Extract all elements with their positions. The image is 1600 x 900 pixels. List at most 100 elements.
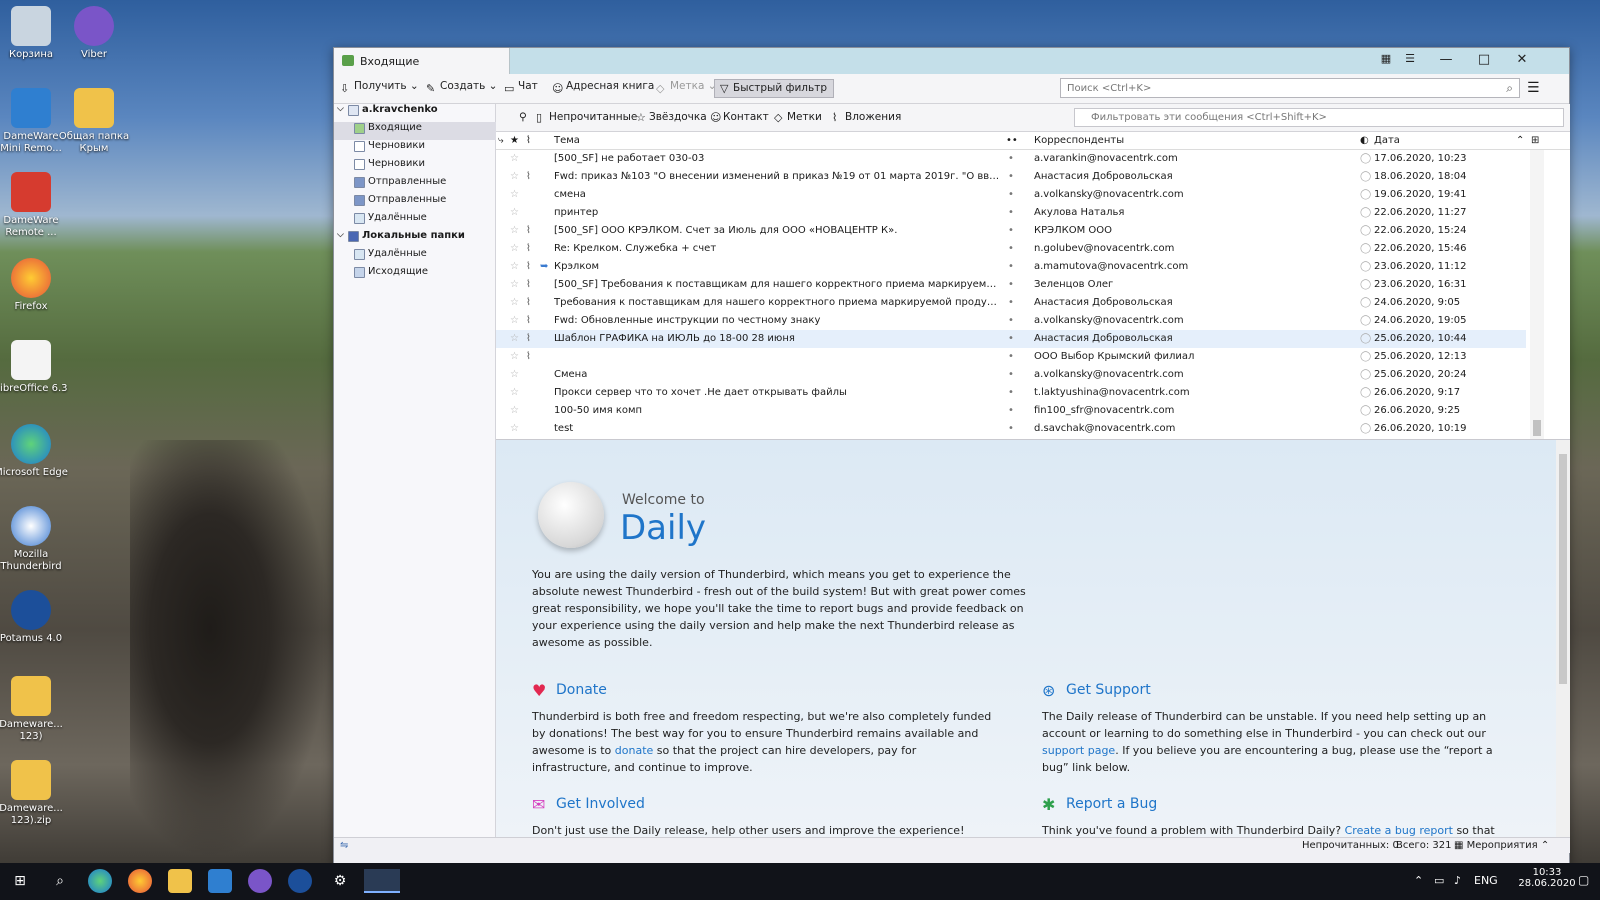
desktop-icon-dameware-remote[interactable]: DameWare Remote ... — [0, 172, 70, 239]
desktop-icon-dameware-folder[interactable]: Dameware... 123) — [0, 676, 70, 743]
message-list-scrollbar[interactable] — [1530, 150, 1544, 439]
junk-status-icon[interactable]: ◯ — [1360, 225, 1371, 236]
junk-column-icon[interactable]: ◐ — [1360, 135, 1369, 146]
read-status-icon[interactable]: • — [1008, 387, 1014, 398]
junk-status-icon[interactable]: ◯ — [1360, 369, 1371, 380]
desktop-icon-libreoffice[interactable]: LibreOffice 6.3 — [0, 340, 70, 395]
scrollbar-thumb[interactable] — [1533, 420, 1541, 436]
tray-chevron-icon[interactable]: ⌃ — [1414, 874, 1423, 887]
tab-inbox[interactable]: Входящие — [334, 48, 510, 74]
sticky-filter-icon[interactable]: ⚲ — [506, 111, 527, 123]
star-icon[interactable]: ☆ — [510, 243, 519, 254]
junk-status-icon[interactable]: ◯ — [1360, 405, 1371, 416]
chat-button[interactable]: ▭ Чат — [504, 80, 538, 98]
message-row[interactable]: ☆ Прокси сервер что то хочет .Не дает отк… — [496, 384, 1526, 402]
junk-status-icon[interactable]: ◯ — [1360, 261, 1371, 272]
junk-status-icon[interactable]: ◯ — [1360, 243, 1371, 254]
star-icon[interactable]: ☆ — [510, 423, 519, 434]
column-date[interactable]: Дата — [1374, 135, 1400, 146]
column-correspondents[interactable]: Корреспонденты — [1034, 135, 1124, 146]
folder-sent[interactable]: Отправленные — [334, 176, 496, 194]
message-row[interactable]: ☆ ⌇ • ООО Выбор Крымский филиал ◯ 25.06.2020,… — [496, 348, 1526, 366]
star-icon[interactable]: ☆ — [510, 333, 519, 344]
message-row[interactable]: ☆ принтер • Акулова Наталья ◯ 22.06.2020, 11:… — [496, 204, 1526, 222]
scrollbar-thumb[interactable] — [1559, 454, 1567, 684]
read-status-icon[interactable]: • — [1008, 351, 1014, 362]
desktop-icon-edge[interactable]: Microsoft Edge — [0, 424, 70, 479]
read-status-icon[interactable]: • — [1008, 243, 1014, 254]
potamus-icon[interactable] — [288, 869, 312, 893]
folder-drafts-2[interactable]: Черновики — [334, 158, 496, 176]
read-status-icon[interactable]: • — [1008, 315, 1014, 326]
close-button[interactable]: ✕ — [1510, 52, 1534, 70]
junk-status-icon[interactable]: ◯ — [1360, 297, 1371, 308]
filter-contact[interactable]: ☺ Контакт — [710, 111, 769, 124]
firefox-icon[interactable] — [128, 869, 152, 893]
junk-status-icon[interactable]: ◯ — [1360, 153, 1371, 164]
notification-icon[interactable]: ▢ — [1578, 873, 1589, 887]
get-messages-button[interactable]: ⇩ Получить ⌄ — [340, 80, 419, 98]
thunderbird-icon[interactable] — [364, 869, 400, 893]
message-row[interactable]: ☆ смена • a.volkansky@novacentrk.com ◯ 19.06.… — [496, 186, 1526, 204]
star-icon[interactable]: ☆ — [510, 369, 519, 380]
start-windows-icon[interactable]: ⊞ — [8, 869, 32, 893]
preview-scrollbar[interactable] — [1556, 440, 1570, 837]
folder-local-trash[interactable]: Удалённые — [334, 248, 496, 266]
message-row[interactable]: ☆ ⌇ Fwd: Обновленные инструкции по честном… — [496, 312, 1526, 330]
read-status-icon[interactable]: • — [1008, 279, 1014, 290]
file-explorer-icon[interactable] — [168, 869, 192, 893]
donate-link[interactable]: donate — [615, 744, 654, 757]
message-row[interactable]: ☆ ⌇ ➥ Крэлком • a.mamutova@novacentrk.com ◯ 23.… — [496, 258, 1526, 276]
star-icon[interactable]: ☆ — [510, 315, 519, 326]
maximize-button[interactable]: □ — [1472, 52, 1496, 70]
junk-status-icon[interactable]: ◯ — [1360, 351, 1371, 362]
read-status-icon[interactable]: • — [1008, 261, 1014, 272]
message-row[interactable]: ☆ ⌇ Шаблон ГРАФИКА на ИЮЛЬ до 18-00 28 июн… — [496, 330, 1526, 348]
folder-outbox[interactable]: Исходящие — [334, 266, 496, 284]
junk-status-icon[interactable]: ◯ — [1360, 423, 1371, 434]
read-status-icon[interactable]: • — [1008, 333, 1014, 344]
message-row[interactable]: ☆ ⌇ [500_SF] ООО КРЭЛКОМ. Счет за Июль для… — [496, 222, 1526, 240]
quick-filter-button[interactable]: ▽ Быстрый фильтр — [714, 79, 834, 98]
star-icon[interactable]: ☆ — [510, 189, 519, 200]
filter-attachments[interactable]: ⌇ Вложения — [832, 111, 901, 124]
desktop-icon-firefox[interactable]: Firefox — [0, 258, 70, 313]
bug-report-link[interactable]: Create a bug report — [1345, 824, 1453, 837]
folder-trash[interactable]: Удалённые — [334, 212, 496, 230]
star-icon[interactable]: ☆ — [510, 387, 519, 398]
desktop-icon-dameware-zip[interactable]: Dameware... 123).zip — [0, 760, 70, 827]
search-input[interactable]: Поиск <Ctrl+K> ⌕ — [1060, 78, 1520, 98]
address-book-button[interactable]: ☺ Адресная книга — [552, 80, 654, 98]
filter-tags[interactable]: ◇ Метки — [774, 111, 822, 124]
junk-status-icon[interactable]: ◯ — [1360, 207, 1371, 218]
read-status-icon[interactable]: • — [1008, 297, 1014, 308]
star-icon[interactable]: ☆ — [510, 225, 519, 236]
message-row[interactable]: ☆ ⌇ [500_SF] Требования к поставщикам для … — [496, 276, 1526, 294]
junk-status-icon[interactable]: ◯ — [1360, 171, 1371, 182]
read-status-icon[interactable]: • — [1008, 153, 1014, 164]
thread-column-icon[interactable]: ⤷ — [498, 135, 504, 146]
tasks-icon[interactable]: ☰ — [1398, 52, 1422, 70]
desktop-icon-shared-folder[interactable]: Общая папка Крым — [55, 88, 133, 155]
read-status-icon[interactable]: • — [1008, 369, 1014, 380]
message-row[interactable]: ☆ ⌇ Fwd: приказ №103 "О внесении изменений… — [496, 168, 1526, 186]
read-status-icon[interactable]: • — [1008, 405, 1014, 416]
settings-gear-icon[interactable]: ⚙ — [328, 869, 352, 893]
read-status-icon[interactable]: • — [1008, 225, 1014, 236]
folder-sent-2[interactable]: Отправленные — [334, 194, 496, 212]
column-picker-icon[interactable]: ⊞ — [1531, 135, 1539, 146]
star-icon[interactable]: ☆ — [510, 261, 519, 272]
tag-button[interactable]: ◇ Метка ⌄ — [656, 80, 717, 98]
star-icon[interactable]: ☆ — [510, 207, 519, 218]
minimize-button[interactable]: — — [1434, 52, 1458, 70]
calendar-icon[interactable]: ▦ — [1374, 52, 1398, 70]
filter-starred[interactable]: ☆ Звёздочка — [636, 111, 707, 124]
message-row[interactable]: ☆ Смена • a.volkansky@novacentrk.com ◯ 25.06.… — [496, 366, 1526, 384]
app-menu-icon[interactable]: ☰ — [1527, 80, 1540, 96]
desktop-icon-viber[interactable]: Viber — [55, 6, 133, 61]
message-row[interactable]: ☆ ⌇ Re: Крелком. Служебка + счет • n.golubev… — [496, 240, 1526, 258]
star-column-icon[interactable]: ★ — [510, 135, 519, 146]
message-row[interactable]: ☆ 100-50 имя комп • fin100_sfr@novacentrk.c… — [496, 402, 1526, 420]
message-row[interactable]: ☆ test • d.savchak@novacentrk.com ◯ 26.06.202… — [496, 420, 1526, 438]
read-column-icon[interactable]: •• — [1006, 135, 1018, 146]
